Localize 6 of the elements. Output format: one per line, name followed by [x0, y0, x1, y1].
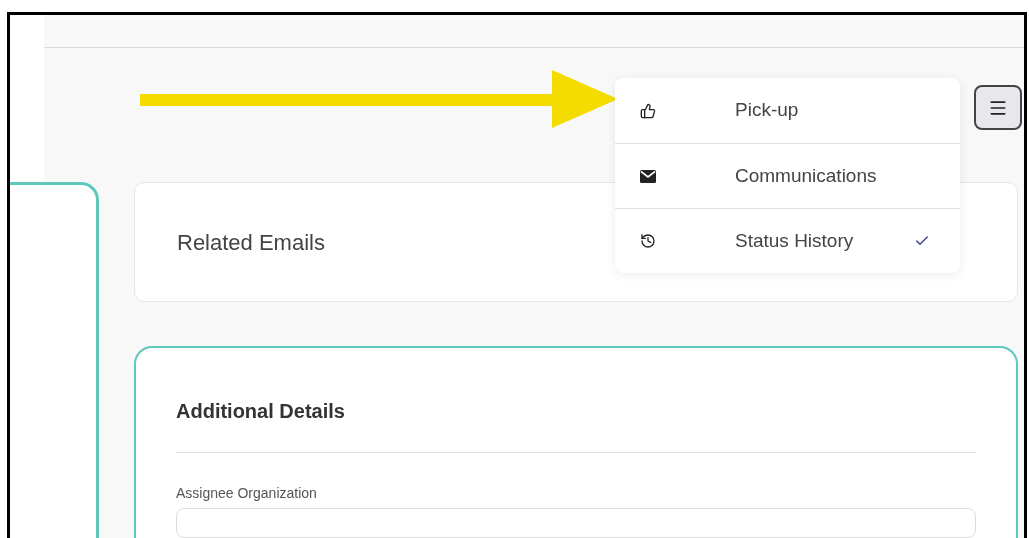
section-title: Additional Details	[176, 396, 976, 453]
menu-item[interactable]: Pick-up	[615, 78, 960, 143]
field-label: Assignee Organization	[176, 484, 318, 503]
menu-item[interactable]: Status History	[615, 208, 960, 273]
card-title: Related Emails	[177, 228, 325, 257]
menu-item[interactable]: Communications	[615, 143, 960, 208]
